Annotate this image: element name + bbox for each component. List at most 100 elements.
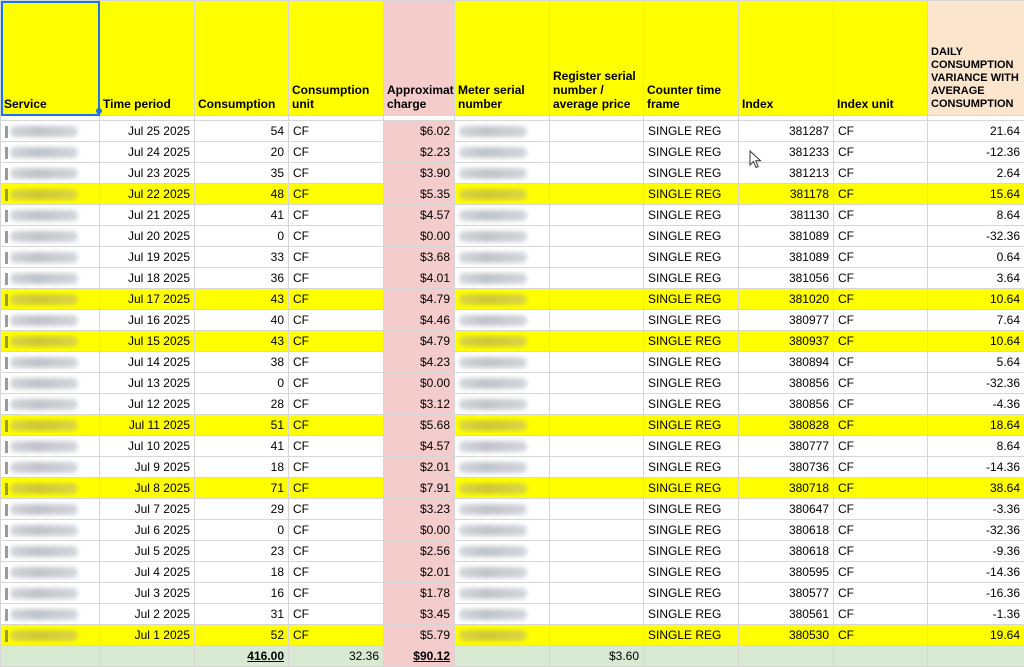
charge-cell[interactable]: $3.90 — [384, 163, 455, 184]
meter-serial-cell[interactable] — [455, 310, 550, 331]
counter-time-frame-cell[interactable]: SINGLE REG — [644, 541, 739, 562]
service-cell[interactable] — [1, 478, 100, 499]
register-serial-cell[interactable] — [550, 310, 644, 331]
counter-time-frame-cell[interactable]: SINGLE REG — [644, 247, 739, 268]
meter-serial-cell[interactable] — [455, 121, 550, 142]
consumption-unit-cell[interactable]: CF — [289, 625, 384, 646]
consumption-unit-cell[interactable]: CF — [289, 415, 384, 436]
consumption-cell[interactable]: 16 — [195, 583, 289, 604]
index-unit-cell[interactable]: CF — [834, 625, 928, 646]
index-cell[interactable]: 380618 — [739, 520, 834, 541]
consumption-cell[interactable]: 71 — [195, 478, 289, 499]
meter-serial-cell[interactable] — [455, 499, 550, 520]
charge-cell[interactable]: $5.35 — [384, 184, 455, 205]
counter-time-frame-cell[interactable]: SINGLE REG — [644, 520, 739, 541]
variance-cell[interactable]: -9.36 — [928, 541, 1024, 562]
service-cell[interactable] — [1, 373, 100, 394]
service-cell[interactable] — [1, 436, 100, 457]
consumption-cell[interactable]: 0 — [195, 520, 289, 541]
register-serial-cell[interactable] — [550, 121, 644, 142]
variance-cell[interactable]: 8.64 — [928, 436, 1024, 457]
date-cell[interactable]: Jul 9 2025 — [100, 457, 195, 478]
charge-cell[interactable]: $4.23 — [384, 352, 455, 373]
variance-cell[interactable]: 19.64 — [928, 625, 1024, 646]
service-cell[interactable] — [1, 625, 100, 646]
variance-cell[interactable]: -3.36 — [928, 499, 1024, 520]
consumption-cell[interactable]: 35 — [195, 163, 289, 184]
charge-cell[interactable]: $4.79 — [384, 331, 455, 352]
counter-time-frame-cell[interactable]: SINGLE REG — [644, 268, 739, 289]
meter-serial-cell[interactable] — [455, 163, 550, 184]
meter-serial-cell[interactable] — [455, 205, 550, 226]
counter-time-frame-cell[interactable]: SINGLE REG — [644, 352, 739, 373]
total-consumption-cell[interactable]: 416.00 — [195, 646, 289, 667]
date-cell[interactable]: Jul 18 2025 — [100, 268, 195, 289]
meter-serial-cell[interactable] — [455, 226, 550, 247]
consumption-unit-cell[interactable]: CF — [289, 562, 384, 583]
service-cell[interactable] — [1, 142, 100, 163]
service-cell[interactable] — [1, 331, 100, 352]
charge-cell[interactable]: $3.12 — [384, 394, 455, 415]
charge-cell[interactable]: $4.57 — [384, 436, 455, 457]
index-unit-cell[interactable]: CF — [834, 163, 928, 184]
date-cell[interactable]: Jul 5 2025 — [100, 541, 195, 562]
charge-cell[interactable]: $2.01 — [384, 457, 455, 478]
average-price-cell[interactable]: $3.60 — [550, 646, 644, 667]
charge-cell[interactable]: $1.78 — [384, 583, 455, 604]
counter-time-frame-cell[interactable]: SINGLE REG — [644, 373, 739, 394]
header-counter-time-frame[interactable]: Counter time frame — [644, 1, 739, 116]
index-cell[interactable]: 380777 — [739, 436, 834, 457]
consumption-unit-cell[interactable]: CF — [289, 436, 384, 457]
total-cell-empty[interactable] — [1, 646, 100, 667]
meter-serial-cell[interactable] — [455, 541, 550, 562]
consumption-unit-cell[interactable]: CF — [289, 268, 384, 289]
index-unit-cell[interactable]: CF — [834, 478, 928, 499]
counter-time-frame-cell[interactable]: SINGLE REG — [644, 289, 739, 310]
register-serial-cell[interactable] — [550, 394, 644, 415]
variance-cell[interactable]: -14.36 — [928, 457, 1024, 478]
date-cell[interactable]: Jul 21 2025 — [100, 205, 195, 226]
charge-cell[interactable]: $4.46 — [384, 310, 455, 331]
service-cell[interactable] — [1, 499, 100, 520]
date-cell[interactable]: Jul 4 2025 — [100, 562, 195, 583]
register-serial-cell[interactable] — [550, 520, 644, 541]
header-consumption[interactable]: Consumption — [195, 1, 289, 116]
meter-serial-cell[interactable] — [455, 331, 550, 352]
service-cell[interactable] — [1, 541, 100, 562]
index-cell[interactable]: 380577 — [739, 583, 834, 604]
register-serial-cell[interactable] — [550, 604, 644, 625]
counter-time-frame-cell[interactable]: SINGLE REG — [644, 163, 739, 184]
register-serial-cell[interactable] — [550, 268, 644, 289]
variance-cell[interactable]: 15.64 — [928, 184, 1024, 205]
index-unit-cell[interactable]: CF — [834, 352, 928, 373]
variance-cell[interactable]: 2.64 — [928, 163, 1024, 184]
index-unit-cell[interactable]: CF — [834, 541, 928, 562]
counter-time-frame-cell[interactable]: SINGLE REG — [644, 142, 739, 163]
index-unit-cell[interactable]: CF — [834, 184, 928, 205]
index-cell[interactable]: 380977 — [739, 310, 834, 331]
consumption-cell[interactable]: 36 — [195, 268, 289, 289]
consumption-unit-cell[interactable]: CF — [289, 142, 384, 163]
consumption-unit-cell[interactable]: CF — [289, 121, 384, 142]
register-serial-cell[interactable] — [550, 226, 644, 247]
index-unit-cell[interactable]: CF — [834, 520, 928, 541]
charge-cell[interactable]: $6.02 — [384, 121, 455, 142]
index-cell[interactable]: 381287 — [739, 121, 834, 142]
consumption-cell[interactable]: 18 — [195, 562, 289, 583]
service-cell[interactable] — [1, 226, 100, 247]
charge-cell[interactable]: $4.79 — [384, 289, 455, 310]
index-unit-cell[interactable]: CF — [834, 289, 928, 310]
header-register-serial[interactable]: Register serial number / average price — [550, 1, 644, 116]
register-serial-cell[interactable] — [550, 583, 644, 604]
date-cell[interactable]: Jul 2 2025 — [100, 604, 195, 625]
register-serial-cell[interactable] — [550, 247, 644, 268]
consumption-cell[interactable]: 40 — [195, 310, 289, 331]
consumption-unit-cell[interactable]: CF — [289, 205, 384, 226]
total-cell-empty[interactable] — [100, 646, 195, 667]
counter-time-frame-cell[interactable]: SINGLE REG — [644, 121, 739, 142]
date-cell[interactable]: Jul 20 2025 — [100, 226, 195, 247]
consumption-cell[interactable]: 41 — [195, 205, 289, 226]
service-cell[interactable] — [1, 268, 100, 289]
charge-cell[interactable]: $2.23 — [384, 142, 455, 163]
meter-serial-cell[interactable] — [455, 373, 550, 394]
